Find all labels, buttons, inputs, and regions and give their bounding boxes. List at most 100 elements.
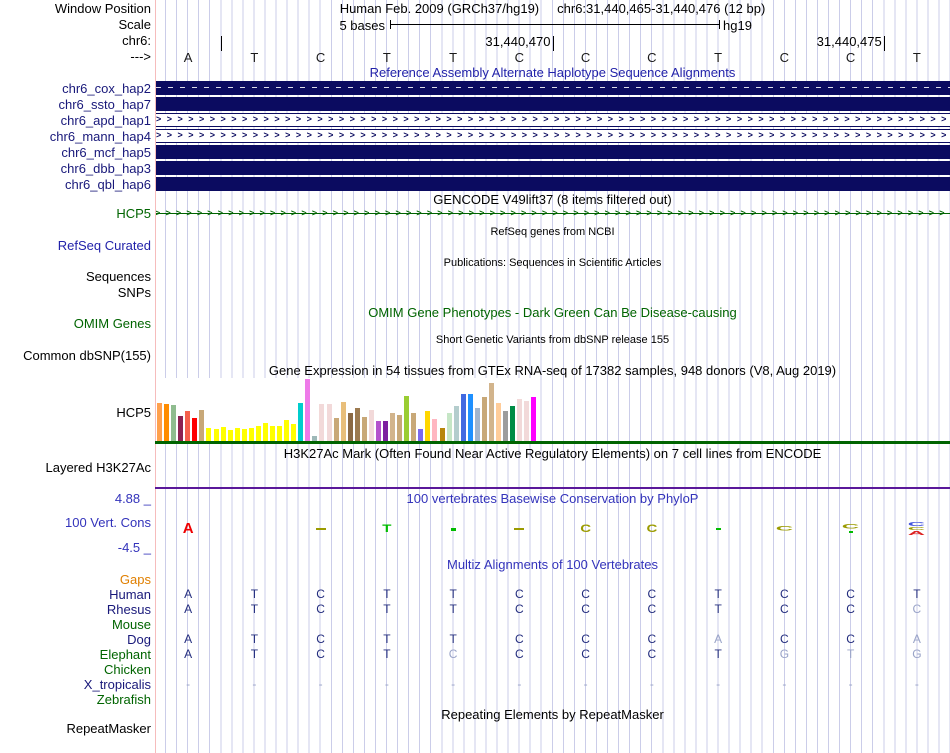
gtex-bar[interactable] [439,428,445,441]
gtex-bar[interactable] [425,411,431,441]
gtex-bar[interactable] [503,411,509,441]
gtex-bar[interactable] [524,401,530,441]
gtex-bar[interactable] [361,417,367,441]
multiz-species-label-gaps[interactable]: Gaps [0,573,151,587]
gtex-bar[interactable] [192,418,198,441]
gtex-bar[interactable] [418,429,424,441]
publications-track-title[interactable]: Publications: Sequences in Scientific Ar… [155,257,950,270]
gtex-bar[interactable] [178,416,184,441]
repeatmasker-track-title[interactable]: Repeating Elements by RepeatMasker [155,708,950,721]
gene-label-hcp5[interactable]: HCP5 [0,207,151,221]
reference-base-letter: C [315,50,326,65]
track-label-repeatmasker[interactable]: RepeatMasker [0,722,151,736]
track-bar-ssto-hap7[interactable] [156,97,950,111]
track-label-cox-hap2[interactable]: chr6_cox_hap2 [0,82,151,96]
gtex-bar[interactable] [291,424,297,441]
gtex-bar[interactable] [460,394,466,441]
gtex-bar[interactable] [510,406,516,441]
track-label-mcf-hap5[interactable]: chr6_mcf_hap5 [0,146,151,160]
gtex-bar[interactable] [488,383,494,441]
gtex-bar[interactable] [164,404,170,441]
hcp5-gene-arrow-line[interactable]: >>>>>>>>>>>>>>>>>>>>>>>>>>>>>>>>>>>>>>>>… [155,207,950,220]
track-label-common-dbsnp[interactable]: Common dbSNP(155) [0,349,151,363]
gtex-bar[interactable] [157,403,162,441]
track-label-snps[interactable]: SNPs [0,286,151,300]
gtex-bar[interactable] [368,410,374,441]
gtex-bar[interactable] [206,428,212,441]
gtex-bar[interactable] [333,418,339,441]
gtex-bar[interactable] [404,396,410,441]
multiz-species-label-chicken[interactable]: Chicken [0,663,151,677]
gtex-bar[interactable] [432,419,438,441]
h3k27ac-track-title[interactable]: H3K27Ac Mark (Often Found Near Active Re… [155,447,950,460]
gtex-bar[interactable] [277,426,283,441]
gtex-bar[interactable] [481,397,487,441]
gtex-bar[interactable] [234,428,240,441]
multiz-track-title[interactable]: Multiz Alignments of 100 Vertebrates [155,558,950,571]
gencode-track-title[interactable]: GENCODE V49lift37 (8 items filtered out) [155,193,950,206]
gtex-bar[interactable] [284,420,290,441]
gtex-bar[interactable] [453,406,459,441]
gtex-bar[interactable] [241,429,247,441]
gtex-bar-chart[interactable] [155,378,537,441]
phylop-track-title[interactable]: 100 vertebrates Basewise Conservation by… [155,492,950,505]
multiz-species-label-elephant[interactable]: Elephant [0,648,151,662]
gtex-bar[interactable] [248,428,254,441]
gtex-bar[interactable] [185,411,191,441]
multiz-species-label-dog[interactable]: Dog [0,633,151,647]
track-label-layered-h3k27ac[interactable]: Layered H3K27Ac [0,461,151,475]
track-bar-dbb-hap3[interactable] [156,161,950,175]
gtex-bar[interactable] [397,415,403,441]
gtex-bar[interactable] [375,421,381,441]
gtex-bar[interactable] [390,413,396,441]
gtex-bar[interactable] [262,423,268,441]
gtex-bar[interactable] [298,403,304,441]
gtex-track-title[interactable]: Gene Expression in 54 tissues from GTEx … [155,364,950,377]
gtex-bar[interactable] [474,408,480,441]
gtex-bar[interactable] [340,402,346,441]
gtex-bar[interactable] [354,408,360,441]
multiz-species-label-human[interactable]: Human [0,588,151,602]
gtex-bar[interactable] [446,413,452,441]
gtex-bar[interactable] [305,379,311,441]
track-bar-mcf-hap5[interactable] [156,145,950,159]
gtex-bar[interactable] [199,410,205,441]
gtex-bar[interactable] [213,429,219,441]
track-label-ssto-hap7[interactable]: chr6_ssto_hap7 [0,98,151,112]
track-bar-cox-hap2[interactable] [156,81,950,95]
gtex-bar[interactable] [347,413,353,441]
gtex-bar[interactable] [326,404,332,441]
gtex-bar[interactable] [171,405,177,441]
track-label-apd-hap1[interactable]: chr6_apd_hap1 [0,114,151,128]
track-label-refseq-curated[interactable]: RefSeq Curated [0,239,151,253]
multiz-species-label-zebrafish[interactable]: Zebrafish [0,693,151,707]
gtex-bar[interactable] [531,397,537,441]
gtex-bar[interactable] [517,399,523,441]
track-bar-apd-hap1[interactable]: >>>>>>>>>>>>>>>>>>>>>>>>>>>>>>>>>>>>>>>>… [156,113,950,127]
gtex-bar[interactable] [220,427,226,441]
gtex-bar[interactable] [383,421,388,441]
dbsnp-track-title[interactable]: Short Genetic Variants from dbSNP releas… [155,334,950,347]
refseq-track-title[interactable]: RefSeq genes from NCBI [155,226,950,239]
track-label-mann-hap4[interactable]: chr6_mann_hap4 [0,130,151,144]
gtex-bar[interactable] [411,413,417,441]
omim-track-title[interactable]: OMIM Gene Phenotypes - Dark Green Can Be… [155,306,950,319]
track-label-omim-genes[interactable]: OMIM Genes [0,317,151,331]
haplotype-track-title[interactable]: Reference Assembly Alternate Haplotype S… [155,66,950,79]
track-bar-mann-hap4[interactable]: >>>>>>>>>>>>>>>>>>>>>>>>>>>>>>>>>>>>>>>>… [156,129,950,143]
multiz-species-label-rhesus[interactable]: Rhesus [0,603,151,617]
gtex-bar[interactable] [496,403,501,441]
gtex-bar[interactable] [319,404,325,441]
gtex-bar[interactable] [255,426,261,441]
track-label-qbl-hap6[interactable]: chr6_qbl_hap6 [0,178,151,192]
multiz-species-label-x_tropicalis[interactable]: X_tropicalis [0,678,151,692]
gtex-bar[interactable] [227,430,233,441]
track-label-100-vert-cons[interactable]: 100 Vert. Cons [0,516,151,530]
track-bar-qbl-hap6[interactable] [156,177,950,191]
track-label-sequences[interactable]: Sequences [0,270,151,284]
track-label-gtex-hcp5[interactable]: HCP5 [0,406,151,420]
track-label-dbb-hap3[interactable]: chr6_dbb_hap3 [0,162,151,176]
gtex-bar[interactable] [467,394,473,441]
multiz-species-label-mouse[interactable]: Mouse [0,618,151,632]
gtex-bar[interactable] [270,426,275,441]
